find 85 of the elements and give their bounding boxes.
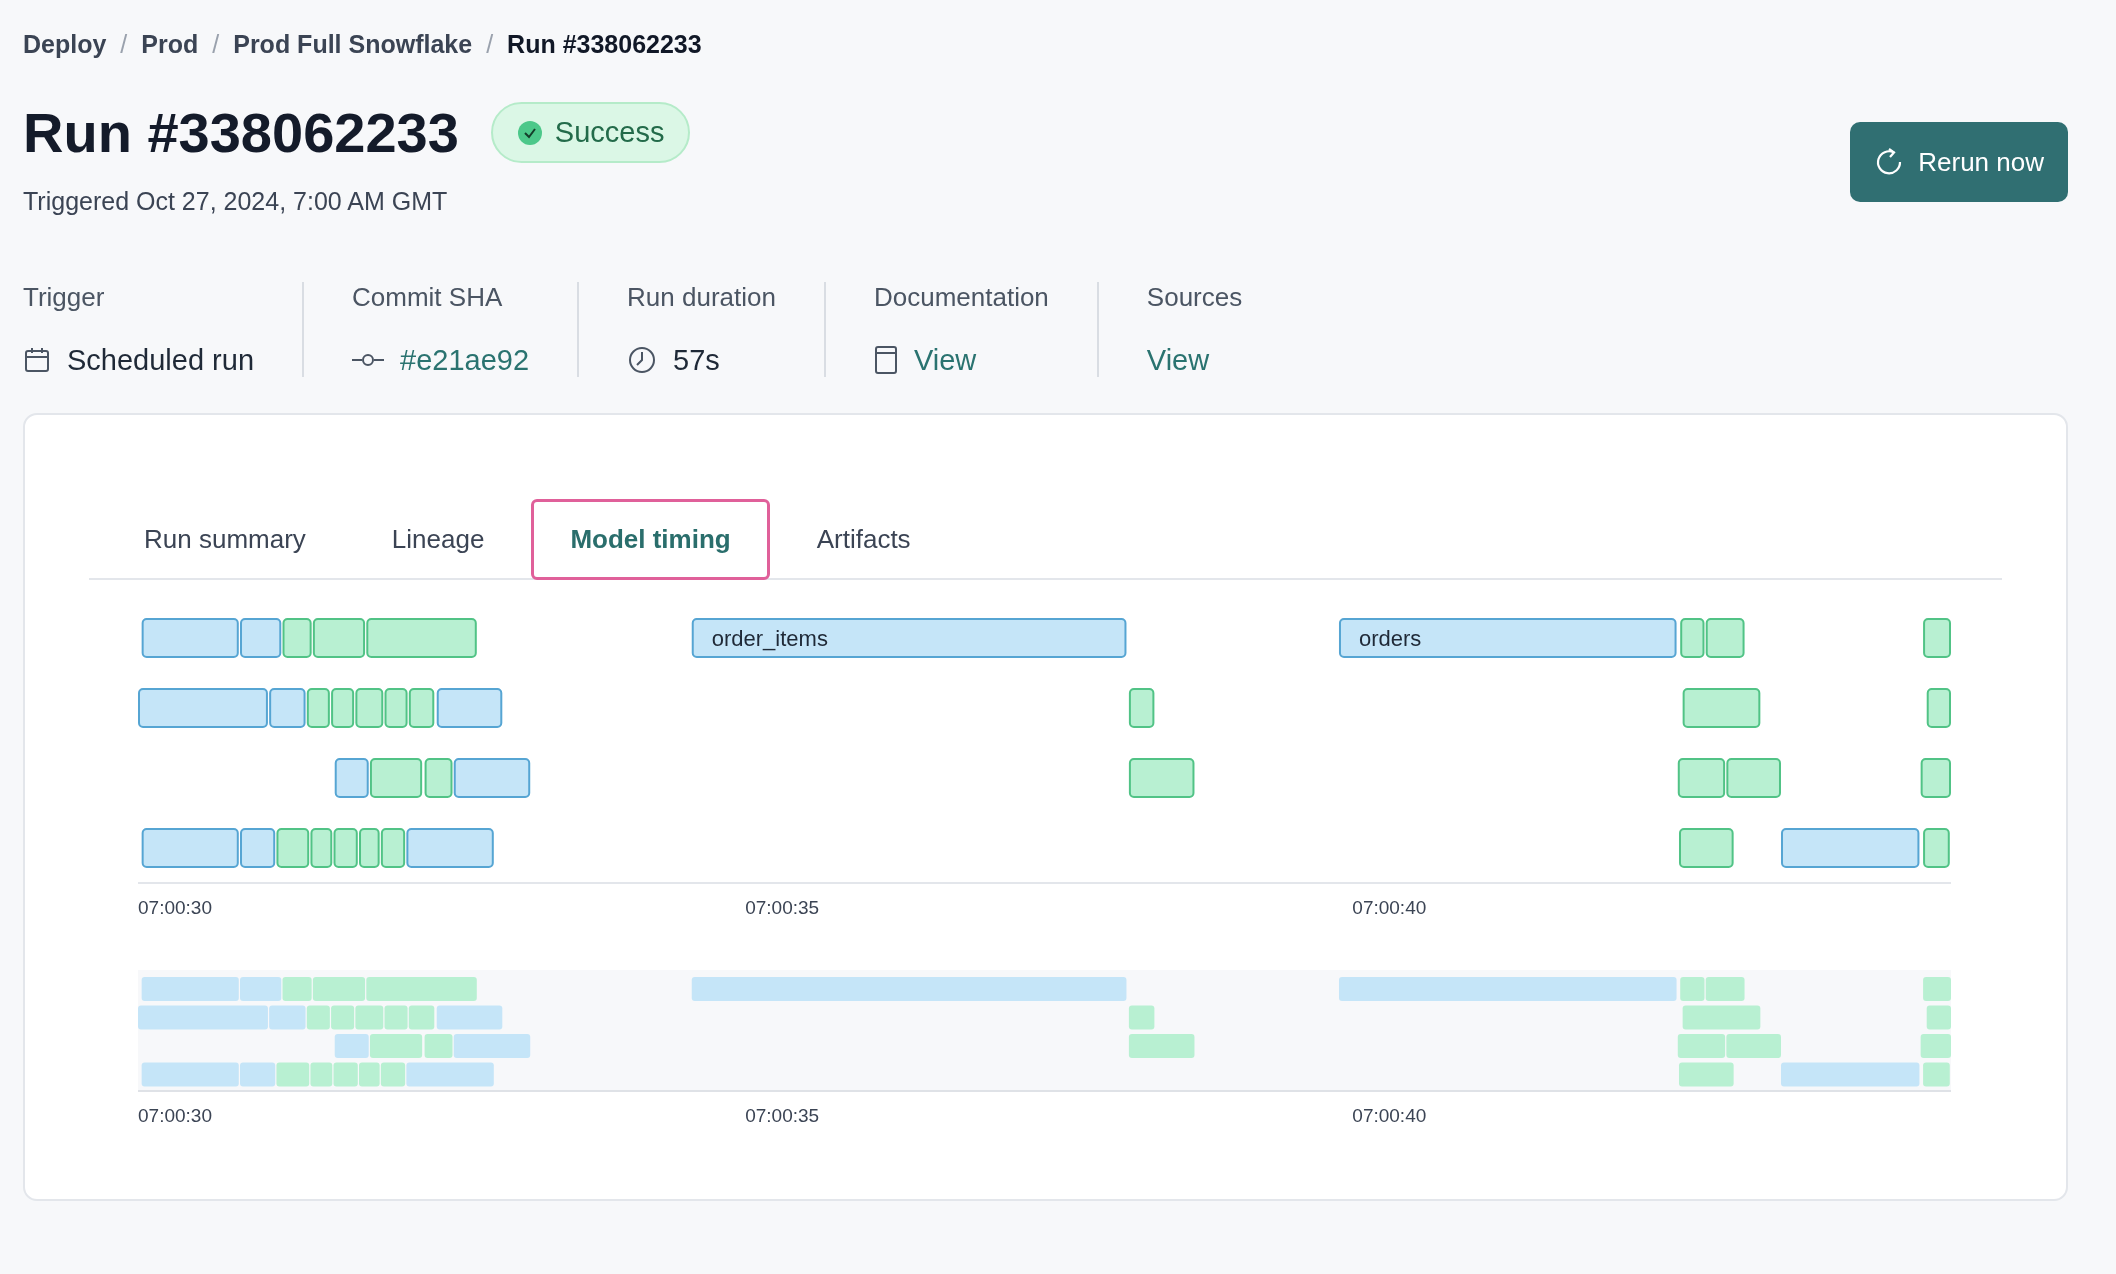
calendar-icon bbox=[23, 346, 51, 374]
overview-bar bbox=[331, 1005, 355, 1030]
breadcrumb-separator: / bbox=[212, 29, 220, 59]
tab[interactable]: Run summary bbox=[105, 499, 345, 580]
overview-bar bbox=[1677, 1034, 1726, 1058]
timing-bar[interactable] bbox=[359, 828, 380, 868]
meta-value: Scheduled run bbox=[67, 343, 255, 377]
status-badge: Success bbox=[490, 102, 691, 163]
timing-bar[interactable] bbox=[1705, 618, 1745, 658]
breadcrumb-link[interactable]: Run #338062233 bbox=[507, 29, 702, 59]
timing-bar[interactable] bbox=[1128, 758, 1195, 798]
axis-tick-label: 07:00:30 bbox=[138, 1105, 212, 1126]
meta-value: 57s bbox=[673, 343, 720, 377]
timing-bar[interactable] bbox=[1781, 828, 1920, 868]
timing-bar[interactable] bbox=[1923, 618, 1951, 658]
timing-bar[interactable] bbox=[1926, 688, 1951, 728]
timing-bar[interactable] bbox=[355, 688, 384, 728]
timing-bar[interactable] bbox=[334, 758, 369, 798]
timing-bar[interactable] bbox=[240, 828, 276, 868]
timing-bar[interactable] bbox=[366, 618, 477, 658]
timing-bar[interactable] bbox=[141, 828, 239, 868]
meta-label: Commit SHA bbox=[352, 282, 504, 313]
tab[interactable]: Lineage bbox=[352, 499, 524, 580]
timing-bar[interactable] bbox=[1679, 828, 1734, 868]
breadcrumb-link[interactable]: Prod Full Snowflake bbox=[233, 29, 473, 59]
timing-bar[interactable] bbox=[408, 688, 435, 728]
commit-icon bbox=[352, 352, 385, 368]
overview-bar bbox=[1726, 1034, 1781, 1058]
overview-bar bbox=[1128, 1034, 1195, 1058]
timing-bar[interactable]: orders bbox=[1339, 618, 1677, 658]
timing-bar[interactable] bbox=[1677, 758, 1726, 798]
axis-tick-label: 07:00:30 bbox=[138, 897, 212, 918]
timing-bar[interactable] bbox=[331, 688, 355, 728]
meta-label: Sources bbox=[1146, 282, 1243, 313]
timing-bar[interactable] bbox=[282, 618, 312, 658]
overview-bar bbox=[1923, 1062, 1950, 1087]
timing-bar[interactable] bbox=[138, 688, 268, 728]
tab[interactable]: Model timing bbox=[531, 499, 770, 580]
timing-bar[interactable]: order_items bbox=[691, 618, 1127, 658]
timing-bar[interactable] bbox=[453, 758, 531, 798]
timing-bar[interactable] bbox=[276, 828, 310, 868]
axis-tick-label: 07:00:35 bbox=[745, 897, 820, 918]
axis-tick-label: 07:00:35 bbox=[745, 1105, 820, 1126]
meta-label: Trigger bbox=[23, 282, 106, 313]
meta-label: Documentation bbox=[873, 282, 1049, 313]
meta-label: Run duration bbox=[627, 282, 776, 313]
meta-link[interactable]: View bbox=[913, 343, 977, 377]
timing-bar[interactable] bbox=[333, 828, 358, 868]
timing-bar[interactable] bbox=[1923, 828, 1950, 868]
overview-bar bbox=[1923, 977, 1951, 1001]
timing-bar[interactable] bbox=[312, 618, 366, 658]
meta-link[interactable]: View bbox=[1146, 343, 1210, 377]
timing-bar[interactable] bbox=[1680, 618, 1705, 658]
check-circle-icon bbox=[516, 119, 543, 146]
clock-icon bbox=[627, 345, 658, 375]
page-title: Run #338062233 bbox=[23, 100, 459, 165]
timing-bar[interactable] bbox=[240, 618, 282, 658]
triggered-time: Triggered Oct 27, 2024, 7:00 AM GMT bbox=[23, 187, 449, 216]
axis-tick-label: 07:00:40 bbox=[1352, 897, 1427, 918]
timing-bar[interactable] bbox=[1726, 758, 1781, 798]
breadcrumb-separator: / bbox=[120, 29, 128, 59]
meta-link[interactable]: #e21ae92 bbox=[400, 343, 530, 377]
timing-bar[interactable] bbox=[380, 828, 406, 868]
overview-bar bbox=[359, 1062, 380, 1087]
timing-bar[interactable] bbox=[384, 688, 408, 728]
tab[interactable]: Artifacts bbox=[777, 499, 950, 580]
timing-bar[interactable] bbox=[1920, 758, 1951, 798]
timing-bar[interactable] bbox=[269, 688, 306, 728]
book-icon bbox=[873, 345, 898, 375]
axis-tick-label: 07:00:40 bbox=[1352, 1105, 1427, 1126]
overview-bar bbox=[1920, 1034, 1951, 1058]
breadcrumb-link[interactable]: Deploy bbox=[23, 29, 107, 59]
rerun-button[interactable]: Rerun now bbox=[1850, 122, 2068, 202]
timing-bar[interactable] bbox=[406, 828, 494, 868]
overview-bar bbox=[355, 1005, 384, 1030]
timing-bar[interactable] bbox=[1682, 688, 1761, 728]
timing-bar[interactable] bbox=[310, 828, 333, 868]
breadcrumb-separator: / bbox=[486, 29, 494, 59]
timing-bar[interactable] bbox=[1128, 688, 1155, 728]
breadcrumb-link[interactable]: Prod bbox=[141, 29, 199, 59]
timing-bar[interactable] bbox=[369, 758, 423, 798]
timing-bar[interactable] bbox=[424, 758, 453, 798]
timing-bar[interactable] bbox=[141, 618, 239, 658]
timing-bar[interactable] bbox=[306, 688, 330, 728]
timing-bar[interactable] bbox=[436, 688, 503, 728]
